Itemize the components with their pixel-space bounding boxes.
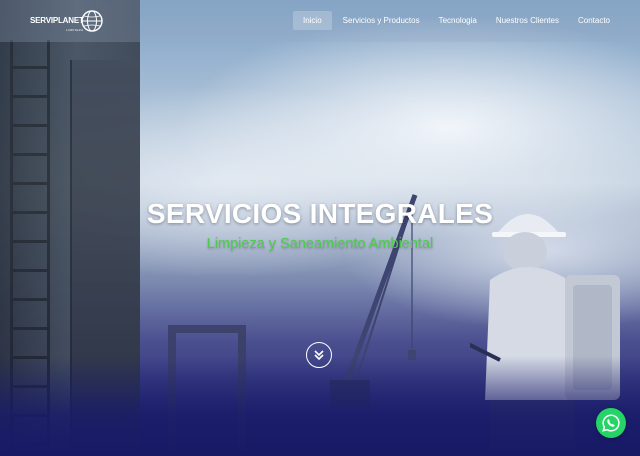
nav-item-tecnologia[interactable]: Tecnologia	[431, 11, 485, 30]
main-nav: Inicio Servicios y Productos Tecnologia …	[290, 11, 618, 30]
nav-item-contacto[interactable]: Contacto	[570, 11, 618, 30]
nav-item-clientes[interactable]: Nuestros Clientes	[488, 11, 567, 30]
hero-title: SERVICIOS INTEGRALES	[146, 198, 494, 229]
landing-page: SERVIPLANET LIMPIEZA Inicio Servicios y …	[0, 0, 640, 456]
double-chevron-down-icon	[314, 350, 324, 361]
logo-text: SERVIPLANET	[30, 16, 84, 25]
whatsapp-icon	[602, 414, 620, 432]
ground-overlay	[0, 356, 640, 456]
whatsapp-button[interactable]	[596, 408, 626, 438]
globe-icon	[80, 10, 103, 32]
hero-subtitle: Limpieza y Saneamiento Ambiental	[206, 236, 434, 252]
scroll-down-button[interactable]	[306, 342, 332, 368]
logo[interactable]: SERVIPLANET LIMPIEZA	[30, 8, 104, 34]
logo-subtext: LIMPIEZA	[66, 28, 84, 32]
navbar: SERVIPLANET LIMPIEZA Inicio Servicios y …	[0, 0, 640, 42]
nav-item-servicios[interactable]: Servicios y Productos	[335, 11, 428, 30]
nav-item-inicio[interactable]: Inicio	[292, 11, 332, 30]
